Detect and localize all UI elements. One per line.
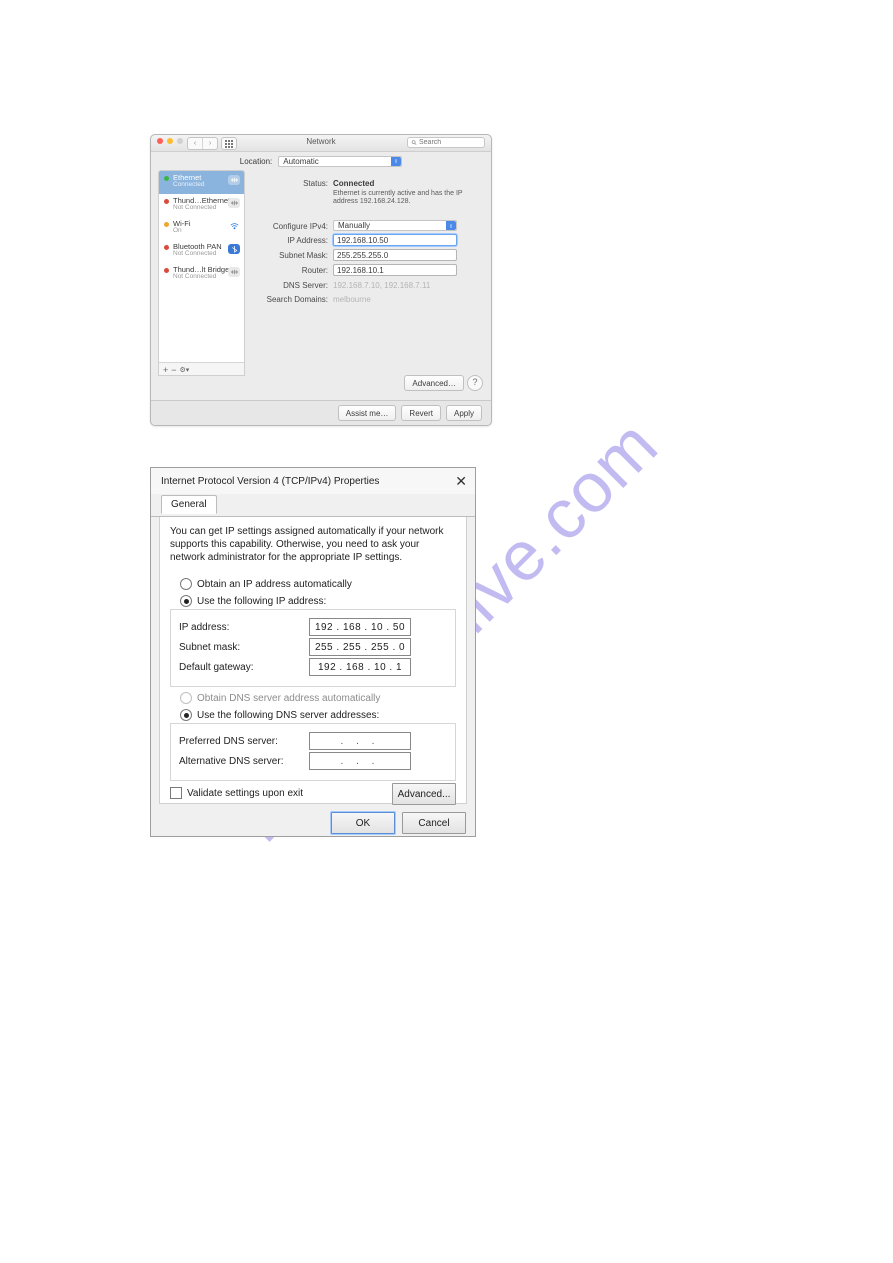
use-dns-label: Use the following DNS server addresses: bbox=[197, 710, 379, 721]
apply-button[interactable]: Apply bbox=[446, 405, 482, 421]
cancel-button[interactable]: Cancel bbox=[402, 812, 466, 834]
help-button[interactable]: ? bbox=[467, 375, 483, 391]
ip-address-input[interactable]: 192.168.10.50 bbox=[333, 234, 457, 246]
interface-details: Status: Connected Ethernet is currently … bbox=[245, 170, 491, 376]
search-domains-label: Search Domains: bbox=[253, 293, 333, 304]
location-label: Location: bbox=[240, 157, 272, 166]
advanced-button[interactable]: Advanced… bbox=[404, 375, 464, 391]
ip-address-label: IP address: bbox=[179, 622, 309, 633]
interface-actions-button[interactable]: ⚙︎▾ bbox=[180, 366, 190, 374]
validate-label: Validate settings upon exit bbox=[187, 788, 303, 799]
bluetooth-icon bbox=[228, 244, 240, 254]
mac-titlebar: ‹ › Network bbox=[151, 135, 491, 152]
obtain-dns-radio bbox=[180, 692, 192, 704]
interface-sidebar: EthernetConnectedThund…EthernetNot Conne… bbox=[158, 170, 245, 376]
status-led-icon bbox=[164, 268, 169, 273]
validate-checkbox[interactable] bbox=[170, 787, 182, 799]
obtain-ip-radio[interactable] bbox=[180, 578, 192, 590]
sidebar-item-ethernet[interactable]: EthernetConnected bbox=[159, 171, 244, 194]
subnet-mask-label: Subnet Mask: bbox=[253, 249, 333, 260]
add-interface-button[interactable]: + bbox=[163, 365, 168, 375]
router-value: 192.168.10.1 bbox=[337, 266, 384, 275]
revert-button[interactable]: Revert bbox=[401, 405, 441, 421]
location-value: Automatic bbox=[283, 157, 319, 166]
interface-status: On bbox=[173, 228, 191, 235]
default-gateway-input[interactable]: 192 . 168 . 10 . 1 bbox=[309, 658, 411, 676]
windows-ipv4-dialog: Internet Protocol Version 4 (TCP/IPv4) P… bbox=[150, 467, 476, 837]
ip-address-label: IP Address: bbox=[253, 234, 333, 245]
assist-me-button[interactable]: Assist me… bbox=[338, 405, 397, 421]
status-led-icon bbox=[164, 222, 169, 227]
subnet-mask-label: Subnet mask: bbox=[179, 642, 309, 653]
alternative-dns-input[interactable]: . . . bbox=[309, 752, 411, 770]
dropdown-caret-icon bbox=[446, 221, 456, 230]
router-label: Router: bbox=[253, 264, 333, 275]
status-led-icon bbox=[164, 176, 169, 181]
alternative-dns-label: Alternative DNS server: bbox=[179, 756, 309, 767]
search-input[interactable] bbox=[417, 138, 481, 147]
ethernet-icon bbox=[228, 198, 240, 208]
subnet-mask-input[interactable]: 255.255.255.0 bbox=[333, 249, 457, 261]
configure-ipv4-value: Manually bbox=[338, 221, 370, 230]
remove-interface-button[interactable]: − bbox=[171, 365, 176, 375]
dns-server-value: 192.168.7.10, 192.168.7.11 bbox=[333, 279, 485, 290]
status-label: Status: bbox=[253, 177, 333, 188]
dns-server-label: DNS Server: bbox=[253, 279, 333, 290]
use-ip-label: Use the following IP address: bbox=[197, 596, 326, 607]
search-domains-value: melbourne bbox=[333, 293, 485, 304]
interface-status: Not Connected bbox=[173, 251, 222, 258]
interface-status: Not Connected bbox=[173, 205, 230, 212]
status-value: Connected bbox=[333, 177, 485, 188]
sidebar-item-thund-ethernet[interactable]: Thund…EthernetNot Connected bbox=[159, 194, 244, 217]
close-button[interactable]: ✕ bbox=[455, 473, 467, 490]
preferred-dns-label: Preferred DNS server: bbox=[179, 736, 309, 747]
status-detail: Ethernet is currently active and has the… bbox=[333, 188, 463, 206]
obtain-dns-label: Obtain DNS server address automatically bbox=[197, 693, 380, 704]
sidebar-footer: + − ⚙︎▾ bbox=[159, 362, 244, 376]
macos-network-window: ‹ › Network Location: Automatic Ethernet… bbox=[150, 134, 492, 426]
sidebar-item-bluetooth-pan[interactable]: Bluetooth PANNot Connected bbox=[159, 240, 244, 263]
use-dns-radio[interactable] bbox=[180, 709, 192, 721]
ip-address-value: 192.168.10.50 bbox=[337, 236, 388, 245]
interface-status: Connected bbox=[173, 182, 204, 189]
ethernet-icon bbox=[228, 267, 240, 277]
sidebar-item-thund-lt-bridge[interactable]: Thund…lt BridgeNot Connected bbox=[159, 263, 244, 286]
default-gateway-label: Default gateway: bbox=[179, 662, 309, 673]
tab-general[interactable]: General bbox=[161, 495, 217, 514]
dialog-title: Internet Protocol Version 4 (TCP/IPv4) P… bbox=[161, 476, 379, 487]
interface-status: Not Connected bbox=[173, 274, 229, 281]
ok-button[interactable]: OK bbox=[331, 812, 395, 834]
router-input[interactable]: 192.168.10.1 bbox=[333, 264, 457, 276]
use-ip-radio[interactable] bbox=[180, 595, 192, 607]
search-field[interactable] bbox=[407, 137, 485, 148]
location-select[interactable]: Automatic bbox=[278, 156, 402, 167]
dropdown-caret-icon bbox=[391, 157, 401, 166]
ip-fieldset: IP address:192 . 168 . 10 . 50 Subnet ma… bbox=[170, 609, 456, 687]
configure-ipv4-label: Configure IPv4: bbox=[253, 220, 333, 231]
status-led-icon bbox=[164, 199, 169, 204]
advanced-button[interactable]: Advanced... bbox=[392, 783, 456, 805]
subnet-mask-input[interactable]: 255 . 255 . 255 . 0 bbox=[309, 638, 411, 656]
wifi-icon bbox=[228, 221, 240, 231]
ethernet-icon bbox=[228, 175, 240, 185]
configure-ipv4-select[interactable]: Manually bbox=[333, 220, 457, 231]
subnet-mask-value: 255.255.255.0 bbox=[337, 251, 388, 260]
dns-fieldset: Preferred DNS server:. . . Alternative D… bbox=[170, 723, 456, 781]
description-text: You can get IP settings assigned automat… bbox=[170, 525, 456, 564]
sidebar-item-wi-fi[interactable]: Wi-FiOn bbox=[159, 217, 244, 240]
ip-address-input[interactable]: 192 . 168 . 10 . 50 bbox=[309, 618, 411, 636]
preferred-dns-input[interactable]: . . . bbox=[309, 732, 411, 750]
obtain-ip-label: Obtain an IP address automatically bbox=[197, 579, 352, 590]
status-led-icon bbox=[164, 245, 169, 250]
